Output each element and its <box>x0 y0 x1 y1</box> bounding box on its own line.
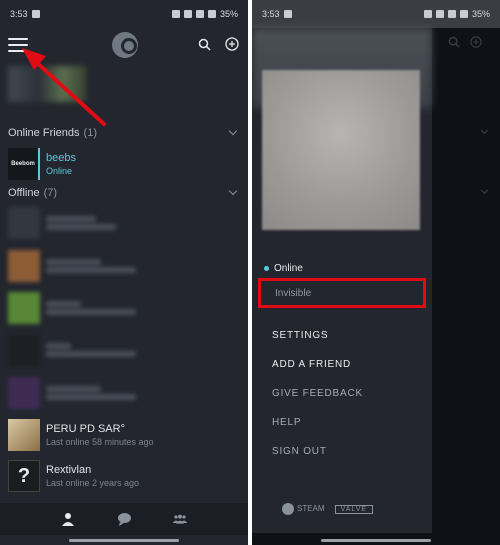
valve-logo: VALVE <box>334 504 374 514</box>
search-icon <box>448 36 460 48</box>
online-dot-icon <box>264 266 269 271</box>
menu-help[interactable]: HELP <box>272 417 301 428</box>
add-friend-icon <box>470 36 482 48</box>
status-online-label: Online <box>274 263 303 274</box>
wifi-icon <box>447 10 456 18</box>
menu-add-friend[interactable]: ADD A FRIEND <box>272 359 351 370</box>
steam-logo-icon <box>282 503 294 515</box>
status-bar: 3:53 35% <box>252 0 500 28</box>
notification-icon <box>283 10 292 18</box>
gesture-bar <box>321 539 431 542</box>
screenshot-root: 3:53 35% Online Friends (1) Beebom beebs… <box>0 0 500 545</box>
steam-brand: STEAM <box>282 503 325 515</box>
signal-icon <box>459 10 468 18</box>
chevron-down-icon <box>480 126 489 135</box>
friends-screen: 3:53 35% Online Friends (1) Beebom beebs… <box>0 0 248 545</box>
menu-settings[interactable]: SETTINGS <box>272 330 328 341</box>
status-right: 35% <box>423 9 490 19</box>
alarm-icon <box>423 10 432 18</box>
menu-give-feedback[interactable]: GIVE FEEDBACK <box>272 388 363 399</box>
chevron-down-icon <box>480 186 489 195</box>
battery-level: 35% <box>471 9 490 19</box>
menu-sign-out[interactable]: SIGN OUT <box>272 446 327 457</box>
profile-picture[interactable] <box>262 70 420 230</box>
drawer-screen: 3:53 35% Online Invisible SETTINGS ADD A… <box>252 0 500 545</box>
status-invisible-label: Invisible <box>275 287 312 299</box>
annotation-arrow <box>22 48 106 126</box>
dimmed-actions <box>448 36 482 48</box>
steam-logo-text: STEAM <box>297 504 325 514</box>
bluetooth-icon <box>435 10 444 18</box>
status-invisible-option[interactable]: Invisible <box>258 278 426 308</box>
status-time: 3:53 <box>262 9 280 19</box>
navigation-drawer: Online Invisible SETTINGS ADD A FRIEND G… <box>252 28 432 533</box>
drawer-logos: STEAM VALVE <box>282 503 374 515</box>
status-online-option[interactable]: Online <box>264 263 303 274</box>
